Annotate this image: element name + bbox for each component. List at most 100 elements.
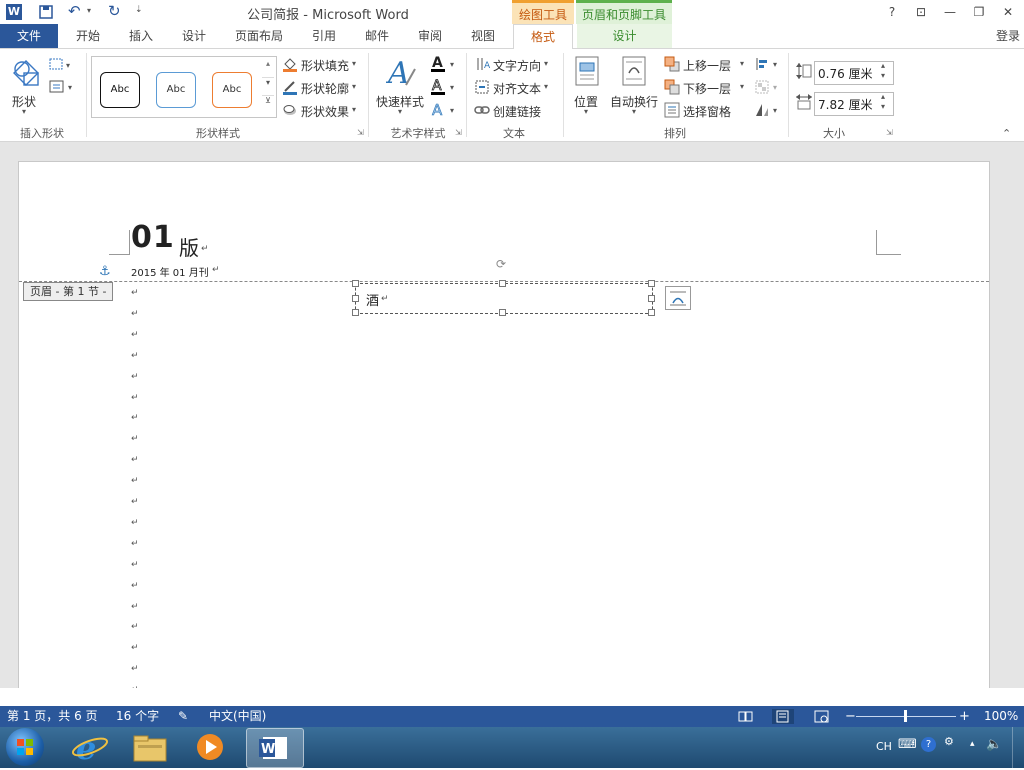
print-layout-icon[interactable]: [772, 709, 794, 724]
zoom-in-icon[interactable]: +: [959, 706, 970, 727]
shape-width-up-icon[interactable]: ▴: [881, 92, 885, 101]
group-divider: [368, 53, 369, 137]
document-area: 01 版 ↵ ⚓ 2015 年 01 月刊 ↵ 页眉 - 第 1 节 - ⟳ 酒…: [0, 142, 1024, 688]
help-button[interactable]: ?: [878, 2, 906, 22]
gallery-scroll-up-icon[interactable]: ▴: [262, 59, 274, 77]
wordart-dialog-launcher-icon[interactable]: ⇲: [455, 128, 462, 137]
show-hidden-icons[interactable]: ▴: [970, 739, 975, 749]
restore-button[interactable]: ❐: [965, 2, 993, 22]
zoom-out-icon[interactable]: −: [845, 706, 856, 727]
edit-shape-icon[interactable]: ▾: [48, 57, 76, 73]
start-button-icon[interactable]: [6, 728, 44, 766]
file-explorer-icon[interactable]: [128, 729, 172, 765]
rotate-icon[interactable]: ▾: [754, 102, 782, 118]
media-player-icon[interactable]: [188, 729, 232, 765]
zoom-slider-thumb[interactable]: [904, 710, 907, 722]
shape-height-field[interactable]: 0.76 厘米 ▴ ▾: [814, 61, 894, 85]
tab-file[interactable]: 文件: [0, 24, 58, 48]
minimize-button[interactable]: —: [936, 2, 964, 22]
document-page[interactable]: 01 版 ↵ ⚓ 2015 年 01 月刊 ↵ 页眉 - 第 1 节 - ⟳ 酒…: [18, 161, 990, 688]
paragraph-mark: ↵: [131, 580, 139, 591]
resize-handle[interactable]: [648, 295, 655, 302]
input-language[interactable]: CH: [876, 740, 892, 753]
shape-fill-label: 形状填充: [301, 59, 350, 73]
shape-height-down-icon[interactable]: ▾: [881, 71, 885, 80]
zoom-level[interactable]: 100%: [984, 706, 1018, 727]
tab-page-layout[interactable]: 页面布局: [228, 24, 290, 48]
volume-icon[interactable]: 🔈: [986, 737, 1002, 752]
paragraph-mark: ↵: [131, 559, 139, 570]
shape-style-1[interactable]: Abc: [100, 72, 140, 108]
shape-style-3[interactable]: Abc: [212, 72, 252, 108]
resize-handle[interactable]: [352, 295, 359, 302]
gallery-more-icon[interactable]: ⊻: [262, 95, 274, 116]
status-bar: 第 1 页，共 6 页 16 个字 ✎ 中文(中国) − + 100%: [0, 706, 1024, 727]
anchor-icon[interactable]: ⚓: [99, 264, 111, 279]
resize-handle[interactable]: [648, 280, 655, 287]
text-effects-button[interactable]: A ▾: [430, 101, 460, 120]
text-fill-button[interactable]: A ▾: [430, 55, 460, 73]
shapes-button[interactable]: 形状 ▾: [6, 53, 44, 119]
tab-references[interactable]: 引用: [305, 24, 343, 48]
shape-style-2[interactable]: Abc: [156, 72, 196, 108]
word-count[interactable]: 16 个字: [116, 706, 159, 727]
word-taskbar-icon[interactable]: W: [246, 728, 304, 768]
create-link-button[interactable]: 创建链接: [474, 102, 556, 120]
language-indicator[interactable]: 中文(中国): [209, 706, 266, 727]
show-desktop-button[interactable]: [1012, 727, 1024, 768]
proofing-icon[interactable]: ✎: [178, 706, 188, 727]
resize-handle[interactable]: [499, 309, 506, 316]
help-tray-icon[interactable]: ?: [921, 737, 936, 752]
layout-options-icon[interactable]: [665, 286, 691, 310]
shape-width-down-icon[interactable]: ▾: [881, 102, 885, 111]
tab-review[interactable]: 审阅: [411, 24, 449, 48]
drawing-tools-header: 绘图工具: [512, 0, 574, 24]
paragraph-mark: ↵: [131, 434, 139, 445]
send-backward-button[interactable]: 下移一层 ▾: [664, 79, 748, 97]
text-outline-button[interactable]: A ▾: [430, 78, 460, 96]
tab-insert[interactable]: 插入: [122, 24, 160, 48]
position-dropdown-icon: ▾: [584, 107, 589, 116]
resize-handle[interactable]: [648, 309, 655, 316]
size-dialog-launcher-icon[interactable]: ⇲: [886, 128, 893, 137]
position-button[interactable]: 位置 ▾: [570, 53, 604, 119]
tab-mailings[interactable]: 邮件: [358, 24, 396, 48]
close-button[interactable]: ✕: [994, 2, 1022, 22]
resize-handle[interactable]: [352, 309, 359, 316]
selection-pane-button[interactable]: 选择窗格: [664, 102, 748, 120]
rotate-handle-icon[interactable]: ⟳: [496, 257, 506, 271]
wrap-text-button[interactable]: 自动换行 ▾: [608, 53, 660, 119]
shape-effects-label: 形状效果: [301, 105, 350, 119]
align-objects-icon[interactable]: ▾: [754, 56, 782, 72]
text-direction-label: 文字方向: [493, 59, 542, 73]
tray-options-icon[interactable]: ⚙: [944, 735, 954, 748]
page-count[interactable]: 第 1 页，共 6 页: [7, 706, 98, 727]
keyboard-icon[interactable]: ⌨: [898, 737, 917, 752]
shape-effects-button[interactable]: 形状效果 ▾: [282, 102, 362, 120]
resize-handle[interactable]: [352, 280, 359, 287]
align-text-icon: [475, 80, 489, 94]
shape-width-field[interactable]: 7.82 厘米 ▴ ▾: [814, 92, 894, 116]
bring-forward-button[interactable]: 上移一层 ▾: [664, 56, 748, 74]
shape-fill-button[interactable]: 形状填充 ▾: [282, 56, 362, 74]
align-text-button[interactable]: 对齐文本 ▾: [474, 79, 556, 97]
shape-outline-button[interactable]: 形状轮廓 ▾: [282, 79, 362, 97]
tab-home[interactable]: 开始: [70, 24, 106, 48]
draw-textbox-icon[interactable]: ▾: [48, 79, 76, 95]
tab-format[interactable]: 格式: [513, 24, 573, 50]
ribbon-display-options-button[interactable]: ⊡: [907, 2, 935, 22]
shape-height-up-icon[interactable]: ▴: [881, 61, 885, 70]
internet-explorer-icon[interactable]: e: [68, 729, 112, 767]
tab-header-footer-design[interactable]: 设计: [577, 24, 672, 48]
tab-design[interactable]: 设计: [175, 24, 213, 48]
collapse-ribbon-icon[interactable]: ⌃: [1002, 127, 1011, 140]
resize-handle[interactable]: [499, 280, 506, 287]
text-direction-button[interactable]: A 文字方向 ▾: [474, 56, 556, 74]
shape-height-value: 0.76 厘米: [818, 67, 873, 81]
shape-styles-dialog-launcher-icon[interactable]: ⇲: [357, 128, 364, 137]
tab-view[interactable]: 视图: [464, 24, 502, 48]
group-objects-icon[interactable]: ▾: [754, 79, 782, 95]
sign-in-link[interactable]: 登录: [992, 24, 1024, 48]
quick-styles-button[interactable]: A 快速样式 ▾: [374, 53, 426, 119]
gallery-scroll-down-icon[interactable]: ▾: [262, 77, 274, 96]
